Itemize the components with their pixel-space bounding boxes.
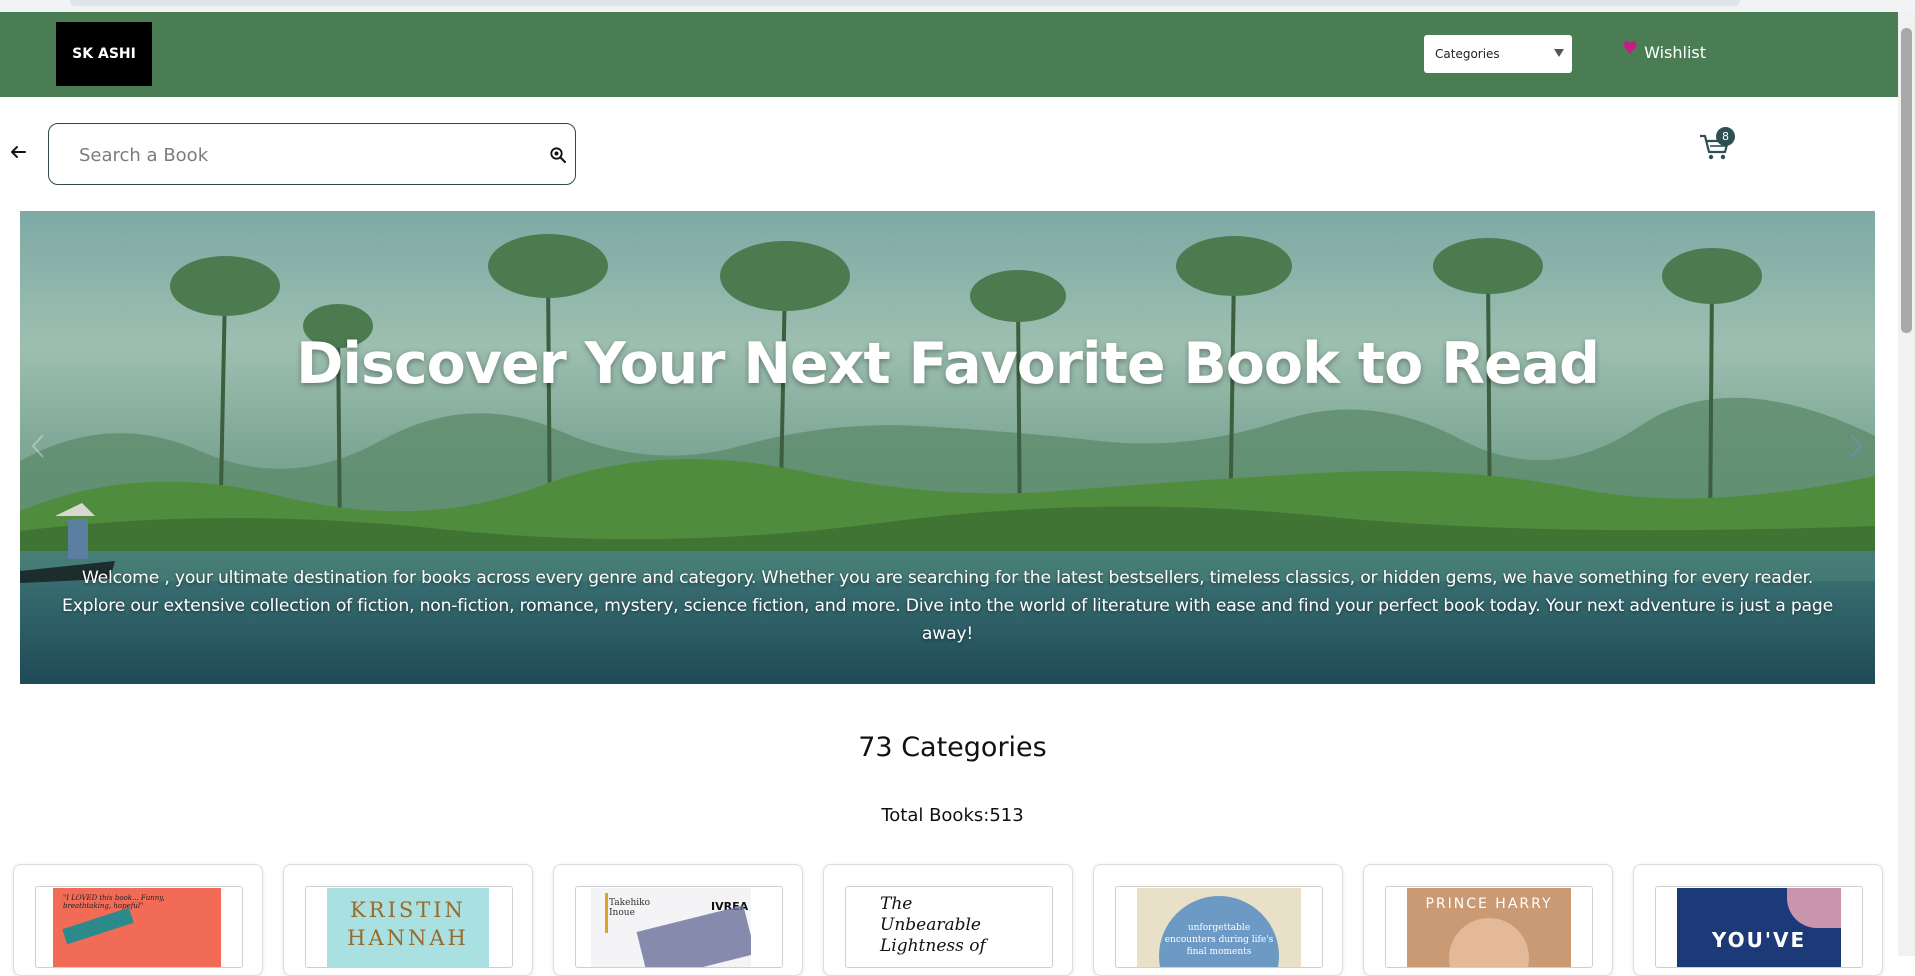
book-cover: YOU'VE (1677, 888, 1841, 967)
book-cover-text: Takehiko Inoue (609, 898, 650, 918)
hero-description: Welcome , your ultimate destination for … (62, 568, 1833, 644)
book-cover-text: The Unbearable Lightness of (880, 894, 986, 956)
cart-count-badge: 8 (1716, 127, 1735, 146)
book-cover: The Unbearable Lightness of (866, 888, 1032, 967)
search-input[interactable] (77, 140, 521, 170)
scrollbar-thumb[interactable] (1901, 28, 1912, 333)
book-card[interactable]: KRISTIN HANNAH (283, 864, 533, 976)
page-scrollbar[interactable] (1898, 12, 1915, 956)
book-card[interactable]: The Unbearable Lightness of (823, 864, 1073, 976)
wishlist-link[interactable]: ♥ Wishlist (1622, 38, 1707, 63)
book-cover-figure (636, 905, 751, 967)
carousel-prev-icon[interactable] (28, 431, 48, 461)
wishlist-label: Wishlist (1644, 43, 1707, 62)
book-cover-figure (62, 907, 134, 945)
book-cover: PRINCE HARRY (1407, 888, 1571, 967)
categories-dropdown[interactable]: Categories (1424, 35, 1572, 73)
browser-top-bar (0, 0, 1915, 12)
search-bar (48, 123, 576, 185)
book-card[interactable]: Takehiko Inoue IVREA (553, 864, 803, 976)
book-cover-face (1449, 918, 1529, 967)
book-cover: Takehiko Inoue IVREA (591, 888, 751, 967)
chevron-down-icon (1554, 49, 1564, 57)
book-cover-text: YOU'VE (1711, 928, 1807, 952)
book-cover-text: unforgettable encounters during life's f… (1164, 923, 1274, 957)
book-cover-blossom (1787, 888, 1841, 928)
hero-banner: Discover Your Next Favorite Book to Read… (20, 211, 1875, 684)
categories-dropdown-label: Categories (1435, 47, 1500, 61)
book-cover: KRISTIN HANNAH (327, 888, 489, 967)
book-cover-text: PRINCE HARRY (1425, 896, 1553, 912)
heart-icon: ♥ (1622, 38, 1639, 59)
book-cover-text: "I LOVED this book... Funny, breathtakin… (63, 894, 165, 910)
book-cover-text: KRISTIN HANNAH (347, 898, 469, 950)
site-header: SK ASHI Categories ♥ Wishlist (0, 12, 1898, 97)
book-card[interactable]: YOU'VE (1633, 864, 1883, 976)
browser-address-strip (70, 0, 1740, 6)
book-cover: unforgettable encounters during life's f… (1137, 888, 1301, 967)
carousel-next-icon[interactable] (1846, 431, 1866, 461)
search-icon[interactable] (549, 146, 567, 164)
back-arrow-icon[interactable] (8, 142, 28, 162)
book-card[interactable]: PRINCE HARRY (1363, 864, 1613, 976)
book-card[interactable]: "I LOVED this book... Funny, breathtakin… (13, 864, 263, 976)
book-cover-stripe (605, 893, 608, 933)
hero-title: Discover Your Next Favorite Book to Read (296, 331, 1600, 397)
book-cover: "I LOVED this book... Funny, breathtakin… (53, 888, 221, 967)
total-books: Total Books:513 (881, 805, 1024, 826)
site-logo[interactable]: SK ASHI (56, 22, 152, 86)
categories-count: 73 Categories (858, 732, 1047, 763)
book-card[interactable]: unforgettable encounters during life's f… (1093, 864, 1343, 976)
